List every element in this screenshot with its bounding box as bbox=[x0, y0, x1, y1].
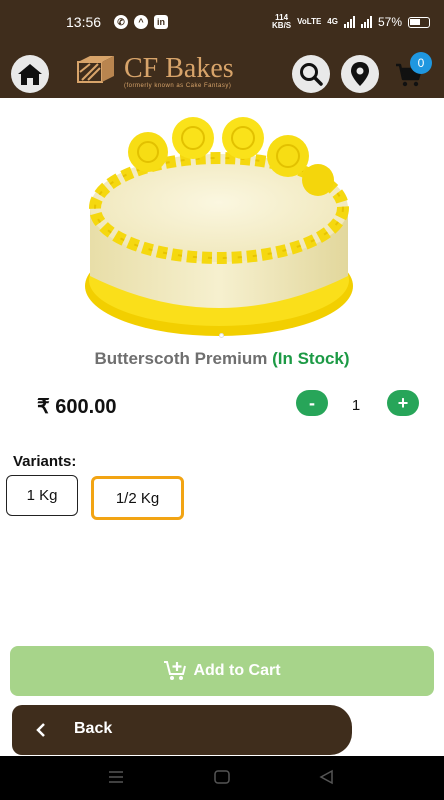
network-type-label: 4G bbox=[327, 17, 338, 26]
system-nav-bar bbox=[0, 756, 444, 800]
status-right: 114 KB/S VoLTE 4G 57% bbox=[272, 14, 430, 30]
app-header: CF Bakes (formerly known as Cake Fantasy… bbox=[0, 44, 444, 98]
variant-1kg-button[interactable]: 1 Kg bbox=[6, 475, 78, 516]
location-pin-icon bbox=[351, 62, 369, 86]
linkedin-icon: in bbox=[154, 15, 168, 29]
product-name: Butterscoth Premium bbox=[94, 349, 268, 368]
decrease-quantity-button[interactable]: - bbox=[296, 390, 328, 416]
brand-logo[interactable]: CF Bakes (formerly known as Cake Fantasy… bbox=[76, 54, 234, 89]
net-speed: 114 KB/S bbox=[272, 13, 292, 30]
location-button[interactable] bbox=[341, 55, 379, 93]
status-bar: 13:56 ✆ ^ in 114 KB/S VoLTE 4G 57% bbox=[0, 0, 444, 44]
image-carousel-dot[interactable] bbox=[219, 333, 224, 338]
logo-mark-icon bbox=[77, 56, 114, 83]
add-to-cart-icon bbox=[164, 661, 187, 680]
signal-icon bbox=[343, 16, 355, 28]
back-nav-icon[interactable] bbox=[318, 768, 336, 786]
add-to-cart-button[interactable]: Add to Cart bbox=[10, 646, 434, 696]
signal-2-icon bbox=[360, 16, 372, 28]
brand-name: CF Bakes bbox=[124, 53, 234, 84]
home-nav-icon[interactable] bbox=[213, 768, 231, 786]
notification-icons: ✆ ^ in bbox=[114, 15, 168, 29]
home-icon bbox=[18, 64, 42, 85]
battery-percent: 57% bbox=[377, 15, 402, 29]
battery-icon bbox=[408, 16, 430, 28]
product-price: ₹ 600.00 bbox=[37, 396, 117, 418]
back-button[interactable]: Back bbox=[12, 705, 352, 755]
volte-label: VoLTE bbox=[297, 17, 322, 26]
variants-label: Variants: bbox=[13, 453, 77, 470]
increase-quantity-button[interactable]: + bbox=[387, 390, 419, 416]
chevron-left-icon bbox=[36, 723, 45, 737]
stock-status: (In Stock) bbox=[272, 349, 350, 368]
search-button[interactable] bbox=[292, 55, 330, 93]
home-button[interactable] bbox=[11, 55, 49, 93]
cart-count-badge: 0 bbox=[410, 52, 432, 74]
product-image[interactable] bbox=[78, 108, 360, 348]
status-time: 13:56 bbox=[66, 14, 102, 30]
whatsapp-icon: ✆ bbox=[114, 15, 128, 29]
add-to-cart-label: Add to Cart bbox=[193, 662, 281, 679]
brand-tagline: (formerly known as Cake Fantasy) bbox=[124, 83, 232, 89]
recent-apps-icon[interactable] bbox=[107, 768, 125, 786]
variant-half-kg-button[interactable]: 1/2 Kg bbox=[91, 476, 184, 520]
app-notification-icon: ^ bbox=[134, 15, 148, 29]
product-title: Butterscoth Premium (In Stock) bbox=[0, 349, 444, 369]
quantity-value: 1 bbox=[351, 397, 361, 414]
search-icon bbox=[300, 63, 323, 86]
back-label: Back bbox=[74, 720, 113, 737]
